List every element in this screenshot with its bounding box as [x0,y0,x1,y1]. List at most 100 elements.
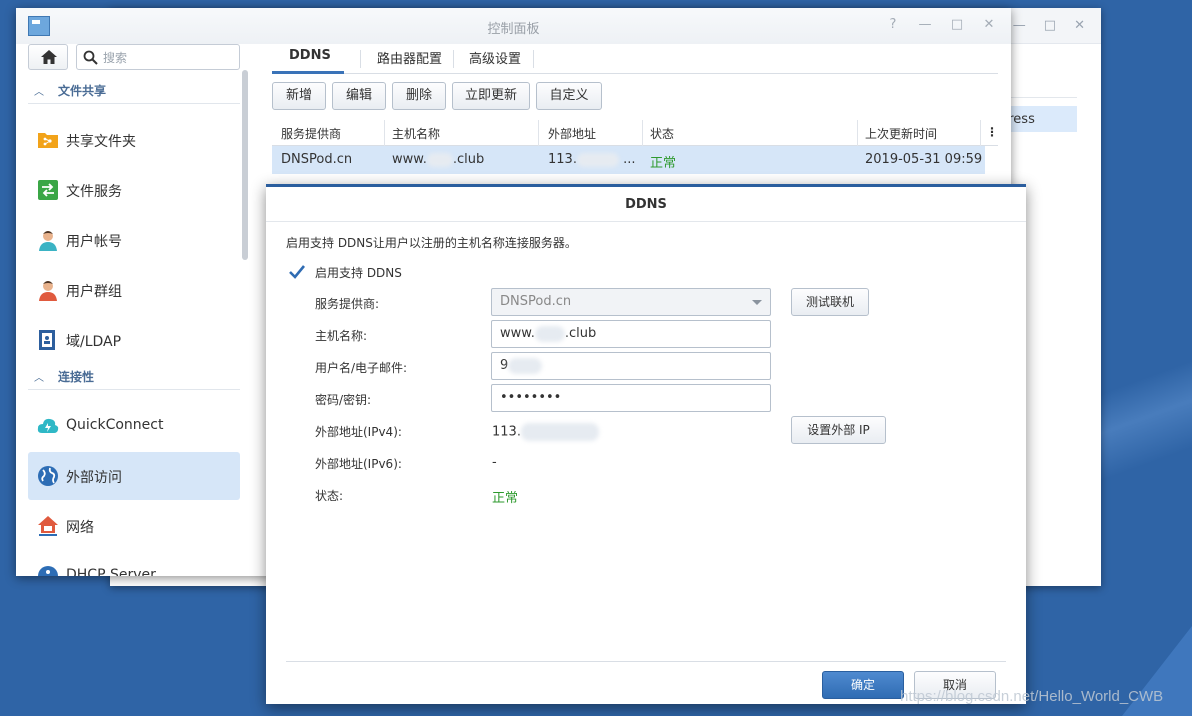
table-row[interactable]: DNSPod.cn www. .club 113. ... 正常 2019-05-… [272,146,985,174]
delete-button[interactable]: 删除 [392,82,446,110]
grid-header: 服务提供商 主机名称 外部地址 状态 上次更新时间 ⋮ [272,120,998,146]
customize-button[interactable]: 自定义 [536,82,602,110]
sidebar-item-label: DHCP Server [66,567,156,576]
password-label: 密码/密钥: [315,393,372,407]
username-input[interactable]: 9 [491,352,771,380]
help-icon[interactable]: ? [885,16,901,34]
password-value: •••••••• [500,390,562,405]
sidebar-item-user[interactable]: 用户帐号 [28,216,240,264]
search-field[interactable] [76,44,240,70]
sidebar-item-label: 外部访问 [66,470,122,486]
column-header-last-update[interactable]: 上次更新时间 [865,125,937,142]
sidebar-item-label: QuickConnect [66,417,164,433]
password-input[interactable]: •••••••• [491,384,771,412]
set-external-ip-button[interactable]: 设置外部 IP [791,416,886,444]
ipv6-value: - [492,455,497,470]
file-services-icon [38,180,58,200]
active-tab-indicator [272,71,344,74]
user-icon [39,231,57,251]
maximize-icon[interactable]: □ [1044,18,1056,33]
close-icon[interactable]: ✕ [981,16,997,34]
window-titlebar[interactable]: 控制面板 ? — □ ✕ [16,8,1011,44]
home-button[interactable] [28,44,68,70]
group-icon [39,281,57,301]
column-header-hostname[interactable]: 主机名称 [392,125,440,142]
status-label: 状态: [315,489,344,503]
search-icon [83,50,98,65]
tab-router-config[interactable]: 路由器配置 [377,48,442,67]
edit-button[interactable]: 编辑 [332,82,386,110]
search-input[interactable] [103,49,233,67]
redacted-blur [576,152,619,167]
close-icon[interactable]: ✕ [1074,18,1085,33]
add-button[interactable]: 新增 [272,82,326,110]
column-divider[interactable] [980,120,981,146]
address-ellipsis: ... [623,152,636,167]
ddns-dialog: DDNS 启用支持 DDNS让用户以注册的主机名称连接服务器。 启用支持 DDN… [266,184,1026,704]
column-header-status[interactable]: 状态 [650,125,674,142]
background-window-controls: — □ ✕ [1013,18,1085,33]
enable-ddns-checkbox[interactable] [288,263,306,281]
column-header-provider[interactable]: 服务提供商 [281,125,341,142]
sidebar-item-dhcp-server[interactable]: DHCP Server [28,552,240,576]
maximize-icon[interactable]: □ [949,16,965,34]
column-divider[interactable] [642,120,643,146]
column-menu-icon[interactable]: ⋮ [986,125,998,139]
chevron-up-icon: ︿ [34,87,44,98]
chevron-up-icon: ︿ [34,373,44,384]
hostname-input[interactable]: www. .club [491,320,771,348]
sidebar-scrollbar[interactable] [242,70,248,260]
tab-divider [533,50,534,68]
column-divider[interactable] [384,120,385,146]
section-header-connectivity[interactable]: ︿ 连接性 [28,360,240,390]
column-divider[interactable] [538,120,539,146]
hostname-cell: www. .club [392,152,484,167]
dhcp-server-icon [38,566,58,576]
sidebar: ︿ 文件共享 共享文件夹 文件服务 用户帐号 用户群组 域/LDAP ︿ 连接性 [16,44,256,576]
tab-bar: DDNS 路由器配置 高级设置 [272,44,998,74]
tab-advanced-settings[interactable]: 高级设置 [469,48,521,67]
sidebar-item-shared-folder[interactable]: 共享文件夹 [28,116,240,164]
redacted-blur [508,357,543,374]
sidebar-item-external-access[interactable]: 外部访问 [28,452,240,500]
tab-divider [453,50,454,68]
sidebar-item-quickconnect[interactable]: QuickConnect [28,402,240,450]
sidebar-item-group[interactable]: 用户群组 [28,266,240,314]
watermark: https://blog.csdn.net/Hello_World_CWB [900,688,1164,705]
minimize-icon[interactable]: — [917,16,933,34]
sidebar-item-domain-ldap[interactable]: 域/LDAP [28,316,240,364]
sidebar-item-label: 域/LDAP [66,334,122,350]
section-header-file-sharing[interactable]: ︿ 文件共享 [28,74,240,104]
network-icon [38,516,58,536]
status-cell: 正常 [650,156,677,171]
enable-ddns-label[interactable]: 启用支持 DDNS [315,264,402,281]
address-prefix: 113. [548,152,577,167]
external-access-icon [38,466,58,486]
sidebar-item-network[interactable]: 网络 [28,502,240,550]
tab-ddns[interactable]: DDNS [289,48,331,63]
shared-folder-icon [38,133,58,148]
hostname-prefix: www. [500,326,535,341]
ipv4-label: 外部地址(IPv4): [315,425,402,439]
provider-select-value: DNSPod.cn [500,294,572,309]
username-value: 9 [500,358,509,373]
column-header-external-address[interactable]: 外部地址 [548,125,596,142]
username-label: 用户名/电子邮件: [315,361,408,375]
hostname-suffix: .club [564,326,597,341]
divider [266,221,1026,222]
sidebar-item-label: 共享文件夹 [66,134,136,150]
update-now-button[interactable]: 立即更新 [452,82,530,110]
home-icon [41,50,57,64]
ok-button[interactable]: 确定 [822,671,904,699]
column-divider[interactable] [857,120,858,146]
provider-label: 服务提供商: [315,297,380,311]
sidebar-item-label: 文件服务 [66,184,122,200]
sidebar-item-file-services[interactable]: 文件服务 [28,166,240,214]
minimize-icon[interactable]: — [1013,18,1026,33]
test-connection-button[interactable]: 测试联机 [791,288,869,316]
sidebar-item-label: 网络 [66,520,94,536]
hostname-prefix: www. [392,152,427,167]
provider-select[interactable]: DNSPod.cn [491,288,771,316]
hostname-suffix: .club [452,152,485,167]
status-value: 正常 [492,491,519,506]
